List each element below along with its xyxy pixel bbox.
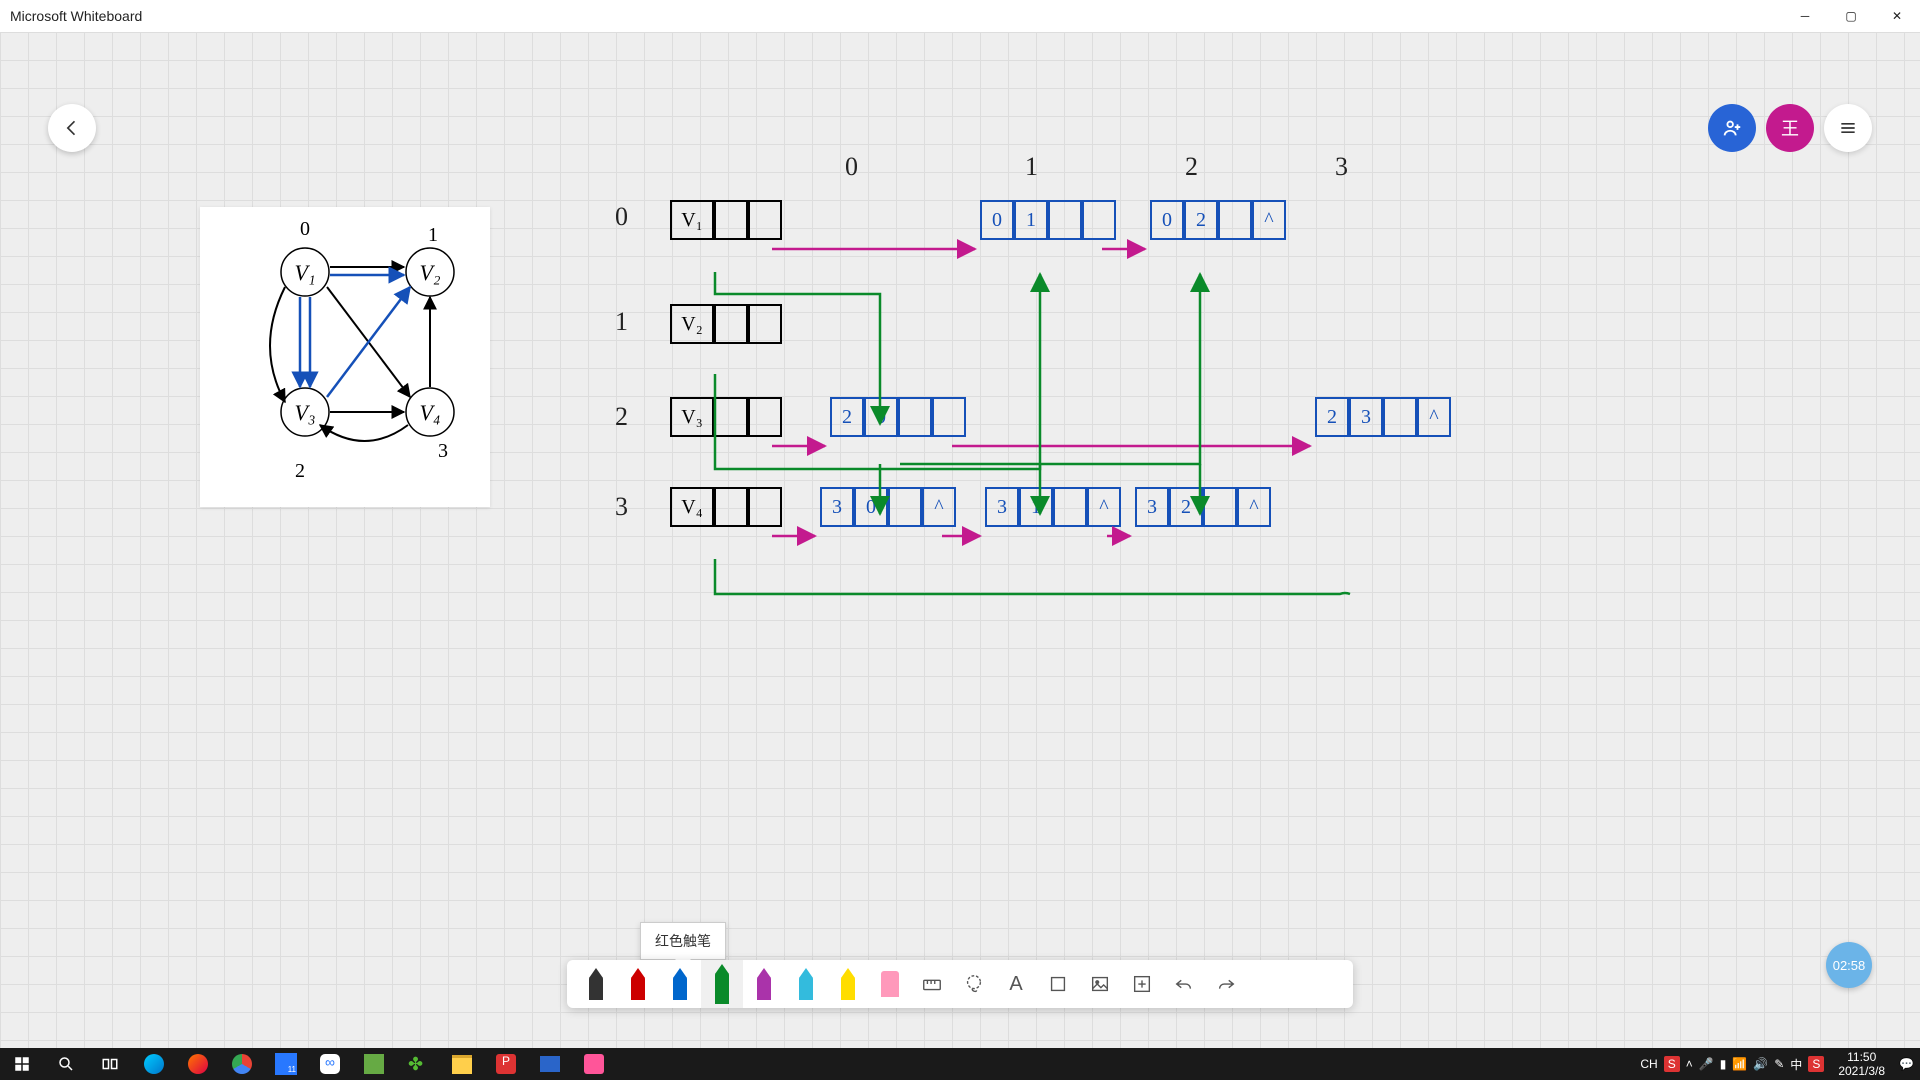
maximize-button[interactable]: ▢: [1828, 0, 1874, 32]
back-button[interactable]: [48, 104, 96, 152]
app-red[interactable]: P: [484, 1048, 528, 1080]
graph-index-3: 3: [438, 440, 448, 462]
eraser[interactable]: [869, 960, 911, 1008]
invite-button[interactable]: [1708, 104, 1756, 152]
head-node-3: V₄: [670, 487, 782, 523]
whiteboard-canvas[interactable]: 王 0 1 2 3 V₁ V₂ V₃ V₄: [0, 32, 1920, 1048]
app-mail[interactable]: [528, 1048, 572, 1080]
list-node: 30^: [820, 487, 956, 523]
row-label-2: 2: [615, 402, 628, 432]
tray-mic-icon[interactable]: 🎤: [1699, 1057, 1714, 1071]
image-tool[interactable]: [1079, 960, 1121, 1008]
text-tool[interactable]: A: [995, 960, 1037, 1008]
app-purple[interactable]: [352, 1048, 396, 1080]
head-node-1: V₂: [670, 304, 782, 340]
list-node: 01: [980, 200, 1116, 236]
menu-button[interactable]: [1824, 104, 1872, 152]
app-explorer[interactable]: [440, 1048, 484, 1080]
lasso[interactable]: [953, 960, 995, 1008]
list-node: 20: [830, 397, 966, 433]
window-title: Microsoft Whiteboard: [0, 8, 142, 24]
add-tool[interactable]: [1121, 960, 1163, 1008]
tray-lang[interactable]: 中: [1790, 1056, 1802, 1073]
recording-timer[interactable]: 02:58: [1826, 942, 1872, 988]
ime-indicator[interactable]: CH: [1640, 1057, 1657, 1071]
app-clover[interactable]: ✤: [396, 1048, 440, 1080]
minimize-button[interactable]: ─: [1782, 0, 1828, 32]
head-node-2: V₃: [670, 397, 782, 433]
graph-index-2: 2: [295, 460, 305, 482]
taskview-button[interactable]: [88, 1048, 132, 1080]
col-label-2: 2: [1185, 152, 1198, 182]
svg-text:V₃: V₃: [294, 400, 315, 425]
svg-text:V₂: V₂: [419, 260, 440, 285]
note-tool[interactable]: [1037, 960, 1079, 1008]
titlebar: Microsoft Whiteboard ─ ▢ ✕: [0, 0, 1920, 33]
list-node: 31^: [985, 487, 1121, 523]
graph-index-1: 1: [428, 224, 438, 246]
list-node: 02^: [1150, 200, 1286, 236]
svg-text:V₄: V₄: [419, 400, 440, 425]
tray-pen-icon[interactable]: ✎: [1774, 1057, 1784, 1071]
start-button[interactable]: [0, 1048, 44, 1080]
app-baidunetdisk[interactable]: ∞: [308, 1048, 352, 1080]
pen-red[interactable]: [617, 960, 659, 1008]
head-node-0: V₁: [670, 200, 782, 236]
row-label-1: 1: [615, 307, 628, 337]
close-button[interactable]: ✕: [1874, 0, 1920, 32]
list-node: 32^: [1135, 487, 1271, 523]
redo-button[interactable]: [1205, 960, 1247, 1008]
app-baidu[interactable]: 11: [264, 1048, 308, 1080]
graph-index-0: 0: [300, 218, 310, 240]
pen-green[interactable]: [701, 960, 743, 1008]
row-label-0: 0: [615, 202, 628, 232]
pen-cyan[interactable]: [785, 960, 827, 1008]
ime-sogou[interactable]: S: [1664, 1056, 1680, 1072]
pen-blue[interactable]: [659, 960, 701, 1008]
pasted-image-graph[interactable]: 0 1 2 3 V₁ V₂ V₃ V₄: [200, 207, 490, 507]
windows-taskbar: 11 ∞ ✤ P CH S ˄ 🎤 ▮ 📶 🔊 ✎ 中 S 11:502021/…: [0, 1048, 1920, 1080]
col-label-1: 1: [1025, 152, 1038, 182]
pen-tooltip: 红色触笔: [640, 922, 726, 960]
app-pink[interactable]: [572, 1048, 616, 1080]
tray-sogou[interactable]: S: [1808, 1056, 1824, 1072]
search-button[interactable]: [44, 1048, 88, 1080]
col-label-3: 3: [1335, 152, 1348, 182]
col-label-0: 0: [845, 152, 858, 182]
ruler[interactable]: [911, 960, 953, 1008]
user-avatar[interactable]: 王: [1766, 104, 1814, 152]
list-node: 23^: [1315, 397, 1451, 433]
highlighter[interactable]: [827, 960, 869, 1008]
undo-button[interactable]: [1163, 960, 1205, 1008]
app-edge[interactable]: [132, 1048, 176, 1080]
tray-clock[interactable]: 11:502021/3/8: [1830, 1050, 1893, 1078]
row-label-3: 3: [615, 492, 628, 522]
tray-battery-icon[interactable]: ▮: [1720, 1057, 1727, 1071]
svg-text:V₁: V₁: [294, 260, 315, 285]
tray-wifi-icon[interactable]: 📶: [1732, 1057, 1747, 1071]
tray-volume-icon[interactable]: 🔊: [1753, 1057, 1768, 1071]
tray-notifications-icon[interactable]: 💬: [1899, 1057, 1914, 1071]
pen-black[interactable]: [575, 960, 617, 1008]
app-chrome[interactable]: [220, 1048, 264, 1080]
pen-purple[interactable]: [743, 960, 785, 1008]
app-firefox[interactable]: [176, 1048, 220, 1080]
tray-chevron[interactable]: ˄: [1686, 1057, 1693, 1071]
pen-toolbar: A: [567, 960, 1353, 1008]
